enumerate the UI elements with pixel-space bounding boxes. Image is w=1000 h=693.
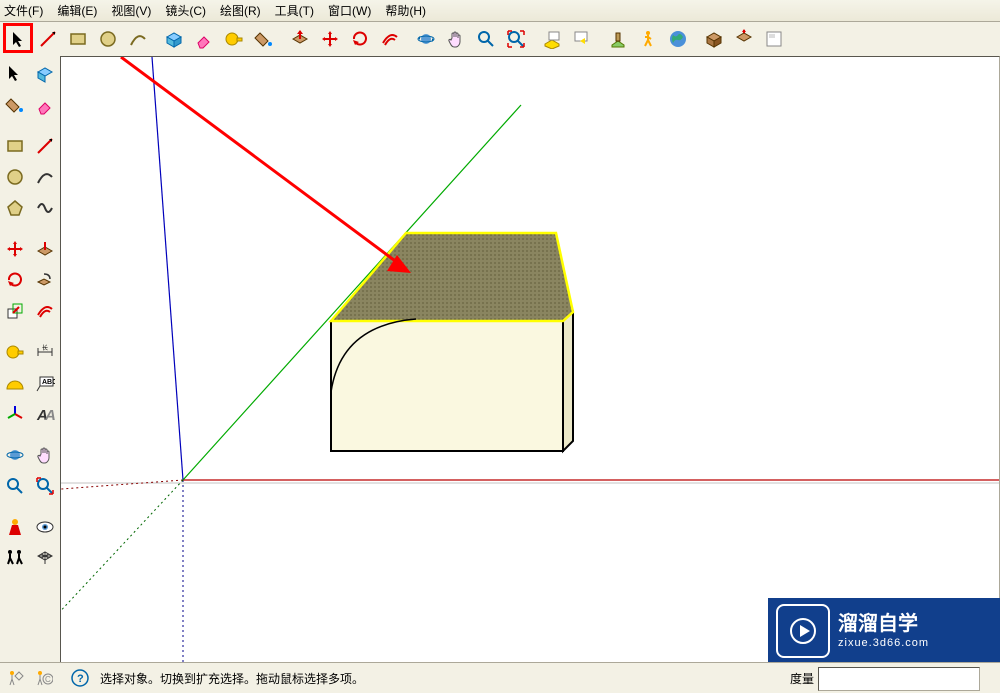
add-location-button[interactable] <box>604 25 632 53</box>
menu-camera[interactable]: 镜头(C) <box>165 2 206 19</box>
viewport[interactable] <box>60 56 1000 663</box>
menubar: 文件(F) 编辑(E) 视图(V) 镜头(C) 绘图(R) 工具(T) 窗口(W… <box>0 0 1000 22</box>
watermark: 溜溜自学 zixue.3d66.com <box>768 598 1000 663</box>
scale-tool-button[interactable] <box>1 297 29 325</box>
push-pull-button-2[interactable] <box>31 235 59 263</box>
menu-window[interactable]: 窗口(W) <box>328 2 371 19</box>
offset-tool-button[interactable] <box>376 25 404 53</box>
svg-text:C: C <box>45 675 51 684</box>
tape-measure-button-2[interactable] <box>1 338 29 366</box>
menu-file[interactable]: 文件(F) <box>4 2 43 19</box>
paint-bucket-button-2[interactable] <box>1 91 29 119</box>
position-camera-button[interactable] <box>1 513 29 541</box>
rectangle-tool-button-2[interactable] <box>1 132 29 160</box>
play-icon <box>776 604 830 658</box>
svg-text:A: A <box>44 407 55 424</box>
section-plane-button[interactable] <box>31 544 59 572</box>
rectangle-tool-button[interactable] <box>64 25 92 53</box>
help-icon[interactable]: ? <box>68 666 92 690</box>
arc-tool-button[interactable] <box>124 25 152 53</box>
axes-tool-button[interactable] <box>1 400 29 428</box>
watermark-sub: zixue.3d66.com <box>838 636 929 650</box>
left-toolbar: 长 ABC AA <box>0 56 61 663</box>
3d-warehouse-button[interactable] <box>700 25 728 53</box>
measurement-label: 度量 <box>790 670 814 687</box>
zoom-extents-button[interactable] <box>502 25 530 53</box>
zoom-tool-button[interactable] <box>472 25 500 53</box>
protractor-tool-button[interactable] <box>1 369 29 397</box>
rotate-tool-button[interactable] <box>346 25 374 53</box>
menu-view[interactable]: 视图(V) <box>111 2 151 19</box>
text-tool-button[interactable]: ABC <box>31 369 59 397</box>
menu-help[interactable]: 帮助(H) <box>385 2 426 19</box>
svg-text:ABC: ABC <box>42 379 55 386</box>
walk-tool-button-2[interactable] <box>1 544 29 572</box>
line-tool-button[interactable] <box>34 25 62 53</box>
credits-icon[interactable]: C <box>32 666 56 690</box>
line-tool-button-2[interactable] <box>31 132 59 160</box>
3d-text-tool-button[interactable]: AA <box>31 400 59 428</box>
polygon-tool-button[interactable] <box>1 194 29 222</box>
measurement-input[interactable] <box>818 667 980 691</box>
make-component-button-2[interactable] <box>31 60 59 88</box>
move-tool-button-2[interactable] <box>1 235 29 263</box>
status-bar: C ? 选择对象。切换到扩充选择。拖动鼠标选择多项。 度量 <box>0 662 1000 693</box>
svg-text:长: 长 <box>42 344 48 352</box>
eraser-tool-button[interactable] <box>190 25 218 53</box>
select-tool-button[interactable] <box>4 25 32 53</box>
extension-warehouse-button[interactable] <box>730 25 758 53</box>
rotate-tool-button-2[interactable] <box>1 266 29 294</box>
walk-tool-button[interactable] <box>634 25 662 53</box>
select-tool-button-2[interactable] <box>1 60 29 88</box>
pan-tool-button-2[interactable] <box>31 441 59 469</box>
share-model-button[interactable] <box>568 25 596 53</box>
toggle-terrain-button[interactable] <box>664 25 692 53</box>
zoom-tool-button-2[interactable] <box>1 472 29 500</box>
offset-tool-button-2[interactable] <box>31 297 59 325</box>
watermark-title: 溜溜自学 <box>838 612 929 636</box>
menu-tools[interactable]: 工具(T) <box>275 2 314 19</box>
follow-me-button[interactable] <box>31 266 59 294</box>
move-tool-button[interactable] <box>316 25 344 53</box>
svg-text:?: ? <box>77 673 84 685</box>
freehand-tool-button[interactable] <box>31 194 59 222</box>
push-pull-button[interactable] <box>286 25 314 53</box>
menu-draw[interactable]: 绘图(R) <box>220 2 261 19</box>
arc-tool-button-2[interactable] <box>31 163 59 191</box>
circle-tool-button-2[interactable] <box>1 163 29 191</box>
tape-measure-button[interactable] <box>220 25 248 53</box>
zoom-extents-button-2[interactable] <box>31 472 59 500</box>
circle-tool-button[interactable] <box>94 25 122 53</box>
orbit-tool-button-2[interactable] <box>1 441 29 469</box>
pan-tool-button[interactable] <box>442 25 470 53</box>
geo-location-icon[interactable] <box>4 666 28 690</box>
model-canvas <box>61 57 1000 663</box>
look-around-button[interactable] <box>31 513 59 541</box>
status-hint: 选择对象。切换到扩充选择。拖动鼠标选择多项。 <box>100 670 364 687</box>
make-component-button[interactable] <box>160 25 188 53</box>
top-toolbar <box>0 22 1000 57</box>
layout-button[interactable] <box>760 25 788 53</box>
orbit-tool-button[interactable] <box>412 25 440 53</box>
menu-edit[interactable]: 编辑(E) <box>57 2 97 19</box>
dimension-tool-button[interactable]: 长 <box>31 338 59 366</box>
eraser-tool-button-2[interactable] <box>31 91 59 119</box>
get-models-button[interactable] <box>538 25 566 53</box>
paint-bucket-button[interactable] <box>250 25 278 53</box>
